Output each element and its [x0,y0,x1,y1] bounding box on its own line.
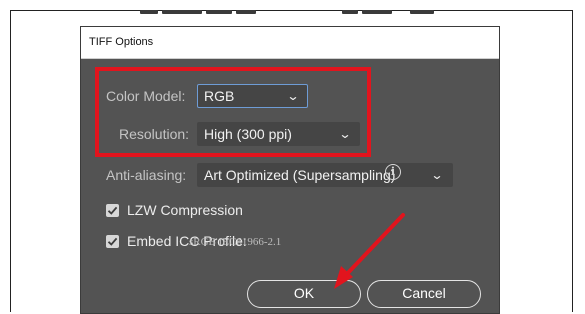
anti-aliasing-select[interactable]: Art Optimized (Supersampling) ⌄ [197,163,453,187]
highlight-box [95,67,371,157]
cancel-button[interactable]: Cancel [367,280,481,308]
icc-profile-value: sRGB IEC61966-2.1 [189,236,282,248]
checkmark-icon [107,237,118,246]
ok-button[interactable]: OK [247,280,361,308]
checkmark-icon [107,206,118,215]
anti-aliasing-value: Art Optimized (Supersampling) [204,167,396,183]
anti-aliasing-label: Anti-aliasing: [106,167,187,183]
lzw-compression-label: LZW Compression [127,202,243,218]
dialog-title: TIFF Options [89,36,154,48]
lzw-compression-checkbox[interactable] [106,204,119,217]
background-window-fragment [80,10,500,20]
embed-icc-checkbox[interactable] [106,235,119,248]
chevron-down-icon: ⌄ [430,168,444,182]
info-icon[interactable]: i [385,164,401,180]
dialog-titlebar: TIFF Options [81,27,499,59]
